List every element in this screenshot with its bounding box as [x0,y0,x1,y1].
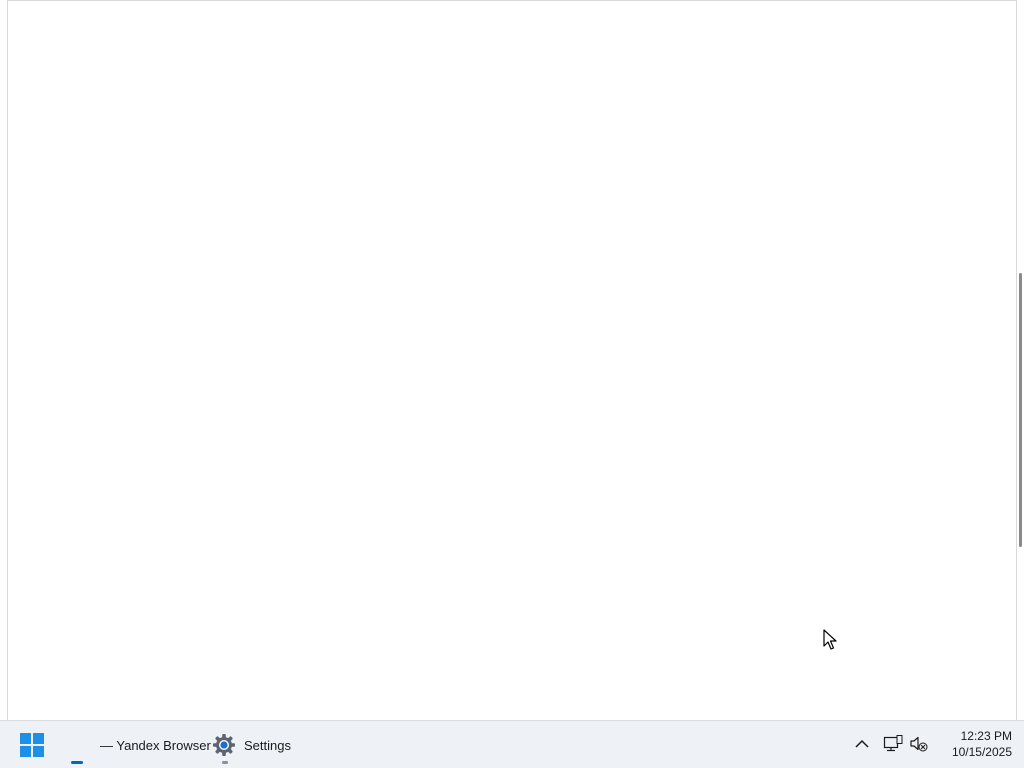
yandex-browser-label: — Yandex Browser [100,737,211,753]
network-icon [883,735,903,752]
tray-network-button[interactable] [882,733,904,755]
running-app-indicator [222,761,228,764]
page-content-area[interactable] [8,1,1016,720]
volume-muted-icon [910,736,928,752]
scrollbar-thumb[interactable] [1019,273,1022,547]
clock-date: 10/15/2025 [951,745,1012,759]
active-app-indicator [71,761,83,764]
taskbar-app-active-window[interactable] [60,726,94,764]
browser-window [0,0,1024,720]
desktop: — Yandex Browser Settings 12:23 PM 10/15… [0,0,1024,768]
taskbar-clock[interactable]: 12:23 PM 10/15/2025 [936,728,1012,760]
settings-label: Settings [244,737,291,753]
mouse-cursor-icon [823,629,837,650]
gear-icon [213,734,235,756]
taskbar: — Yandex Browser Settings 12:23 PM 10/15… [0,720,1024,768]
clock-time: 12:23 PM [960,729,1012,743]
blank-window-icon [60,735,80,755]
tray-volume-button[interactable] [908,733,930,755]
windows-logo-icon [20,733,44,757]
taskbar-app-settings[interactable]: Settings [208,726,298,764]
chevron-up-icon [855,739,869,748]
start-button[interactable] [12,726,52,764]
taskbar-app-yandex-browser[interactable]: — Yandex Browser [96,726,211,764]
vertical-scrollbar[interactable] [1016,0,1024,720]
tray-overflow-button[interactable] [851,733,873,755]
